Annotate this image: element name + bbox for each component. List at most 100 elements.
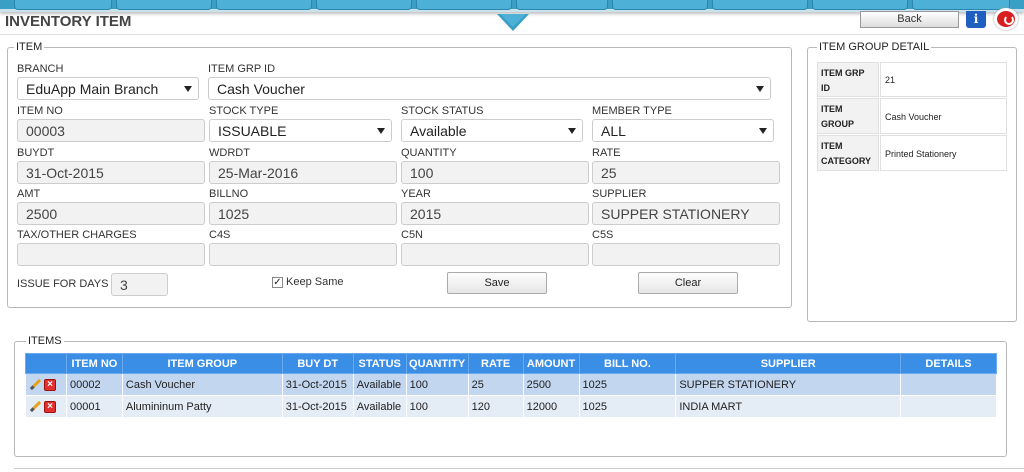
branch-select[interactable]: EduApp Main Branch [17, 77, 199, 100]
grp-category-key: ITEM CATEGORY [817, 135, 879, 171]
grp-name-key: ITEM GROUP [817, 98, 879, 134]
stock-status-label: STOCK STATUS [401, 105, 484, 117]
wdrdt-label: WDRDT [209, 147, 250, 159]
col-quantity[interactable]: QUANTITY [405, 353, 469, 374]
grp-id-key: ITEM GRP ID [817, 62, 879, 97]
items-table: ITEM NO ITEM GROUP BUY DT STATUS QUANTIT… [25, 353, 997, 418]
item-grp-id-label: ITEM GRP ID [208, 63, 276, 75]
stock-status-select[interactable]: Available [401, 119, 583, 142]
col-status[interactable]: STATUS [352, 353, 407, 374]
nav-tab[interactable] [812, 0, 908, 10]
edit-icon[interactable] [29, 401, 41, 413]
clear-button[interactable]: Clear [638, 272, 738, 294]
delete-icon[interactable]: × [44, 378, 56, 391]
c4s-field[interactable] [209, 243, 397, 266]
back-button[interactable]: Back [860, 11, 959, 28]
item-group-detail-panel: ITEM GROUP DETAIL ITEM GRP ID 21 ITEM GR… [807, 41, 1017, 322]
item-form-legend: ITEM [14, 41, 45, 53]
col-actions [25, 353, 67, 374]
buydt-label: BUYDT [17, 147, 55, 159]
nav-tab[interactable] [316, 0, 412, 10]
cell-bill-no: 1025 [578, 395, 677, 418]
cell-supplier: INDIA MART [675, 395, 902, 418]
col-supplier[interactable]: SUPPLIER [675, 353, 902, 374]
edit-icon[interactable] [29, 379, 41, 391]
billno-field[interactable]: 1025 [209, 202, 397, 225]
cell-item-group: Cash Voucher [121, 373, 283, 396]
divider [0, 34, 1024, 35]
col-item-no[interactable]: ITEM NO [65, 353, 123, 374]
cell-amount: 2500 [522, 373, 580, 396]
nav-tab[interactable] [416, 0, 512, 10]
c5n-field[interactable] [401, 243, 589, 266]
col-bill-no[interactable]: BILL NO. [578, 353, 677, 374]
table-row[interactable]: × 00002 Cash Voucher 31-Oct-2015 Availab… [25, 373, 997, 396]
cell-item-no: 00002 [65, 373, 123, 396]
info-icon[interactable]: i [966, 11, 986, 28]
col-buy-dt[interactable]: BUY DT [281, 353, 354, 374]
cell-status: Available [352, 373, 407, 396]
divider [14, 468, 1024, 469]
nav-tab[interactable] [116, 0, 212, 10]
cell-details [900, 373, 997, 396]
cell-amount: 12000 [522, 395, 580, 418]
item-grp-id-select[interactable]: Cash Voucher [208, 77, 771, 100]
row-actions: × [25, 373, 67, 396]
cell-supplier: SUPPER STATIONERY [675, 373, 902, 396]
cell-details [900, 395, 997, 418]
save-button[interactable]: Save [447, 272, 547, 294]
rate-field[interactable]: 25 [592, 161, 780, 184]
stock-type-label: STOCK TYPE [209, 105, 279, 117]
issue-days-label: ISSUE FOR DAYS [17, 278, 109, 290]
buydt-field[interactable]: 31-Oct-2015 [17, 161, 205, 184]
issue-days-field[interactable]: 3 [111, 273, 168, 296]
keep-same-checkbox[interactable]: ✓ [272, 277, 283, 288]
table-row[interactable]: × 00001 Alumininum Patty 31-Oct-2015 Ava… [25, 395, 997, 418]
nav-tab[interactable] [516, 0, 608, 10]
cell-buy-dt: 31-Oct-2015 [281, 395, 354, 418]
grp-name-value: Cash Voucher [880, 98, 1007, 134]
cell-status: Available [352, 395, 407, 418]
col-details[interactable]: DETAILS [900, 353, 997, 374]
chevron-down-icon [377, 128, 385, 134]
cell-buy-dt: 31-Oct-2015 [281, 373, 354, 396]
grp-category-value: Printed Stationery [880, 135, 1007, 171]
col-item-group[interactable]: ITEM GROUP [121, 353, 283, 374]
c5s-label: C5S [592, 229, 614, 241]
nav-tab[interactable] [912, 0, 1010, 10]
item-no-label: ITEM NO [17, 105, 63, 117]
item-no-field[interactable]: 00003 [17, 119, 205, 142]
billno-label: BILLNO [209, 188, 249, 200]
nav-tab[interactable] [712, 0, 808, 10]
tax-field[interactable] [17, 243, 205, 266]
rate-label: RATE [592, 147, 621, 159]
supplier-field[interactable]: SUPPER STATIONERY [592, 202, 780, 225]
member-type-label: MEMBER TYPE [592, 105, 672, 117]
delete-icon[interactable]: × [44, 400, 56, 413]
row-actions: × [25, 395, 67, 418]
cell-rate: 25 [467, 373, 524, 396]
quantity-label: QUANTITY [401, 147, 457, 159]
keep-same-label: Keep Same [286, 276, 344, 288]
amt-field[interactable]: 2500 [17, 202, 205, 225]
item-form: ITEM BRANCH EduApp Main Branch ITEM GRP … [7, 41, 792, 308]
year-field[interactable]: 2015 [401, 202, 589, 225]
nav-tab[interactable] [612, 0, 708, 10]
c5s-field[interactable] [592, 243, 780, 266]
quantity-field[interactable]: 100 [401, 161, 589, 184]
supplier-label: SUPPLIER [592, 188, 647, 200]
amt-label: AMT [17, 188, 41, 200]
c5n-label: C5N [401, 229, 424, 241]
chevron-down-icon [756, 86, 764, 92]
col-amount[interactable]: AMOUNT [522, 353, 580, 374]
chevron-down-icon [184, 86, 192, 92]
wdrdt-field[interactable]: 25-Mar-2016 [209, 161, 397, 184]
power-icon[interactable] [994, 8, 1018, 30]
col-rate[interactable]: RATE [467, 353, 524, 374]
nav-tab[interactable] [216, 0, 312, 10]
cell-quantity: 100 [405, 373, 469, 396]
member-type-select[interactable]: ALL [592, 119, 774, 142]
cell-bill-no: 1025 [578, 373, 677, 396]
nav-tab[interactable] [14, 0, 112, 10]
stock-type-select[interactable]: ISSUABLE [209, 119, 392, 142]
